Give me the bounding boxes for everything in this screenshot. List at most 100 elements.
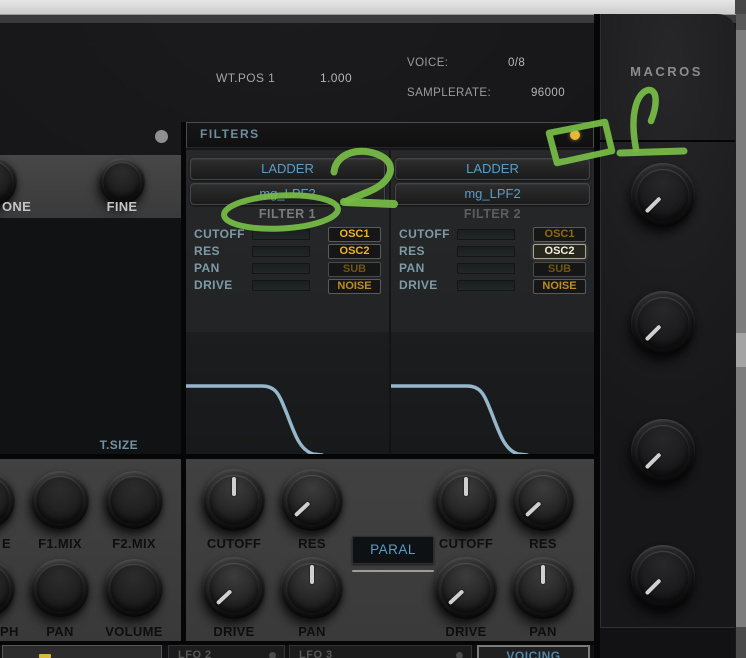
filter2-drive-label: DRIVE [399,278,438,292]
filters-power-led[interactable] [570,130,580,140]
filter1-model-button[interactable]: mg_LPF2 [190,183,385,205]
filter1-drive-label: DRIVE [194,278,233,292]
filter1-cutoff-slider[interactable] [252,229,310,240]
filter1-cutoff-pointer [203,469,265,531]
f1-mix-knob[interactable] [31,471,89,529]
filter1-type-button[interactable]: LADDER [190,158,385,180]
f2-mix-knob[interactable] [105,471,163,529]
voice-label: VOICE: [407,57,449,69]
divider-upper-lower [0,454,594,459]
filter1-route-sub[interactable]: SUB [328,262,381,277]
filter1-pan-label: PAN [194,261,220,275]
filter1-route-osc2[interactable]: OSC2 [328,244,381,259]
mixer-panel: E F1.MIX F2.MIX PH PAN VOLUME [0,459,181,641]
macros-divider [600,140,735,142]
lfo2-label: LFO 2 [178,649,212,658]
osc-fine-knob[interactable] [99,158,145,204]
lfo3-dot [456,652,463,658]
voice-value: 0/8 [508,57,526,69]
osc-tone-label: ONE [2,199,32,214]
osc-fine-label: FINE [106,199,138,214]
master-pan-knob[interactable] [31,559,89,617]
filter2-res-pointer [499,456,587,544]
filter1-drive-pointer [190,544,278,632]
lfo3-label: LFO 3 [299,649,333,658]
f1-mix-label: F1.MIX [38,536,82,551]
filter1-drive-knob[interactable] [203,557,265,619]
filters-section-title: FILTERS [200,127,260,141]
scrollbar-track [736,14,746,658]
filter2-name-tab[interactable]: FILTER 2 [391,207,594,221]
filter2-pan-label: PAN [399,261,425,275]
master-volume-knob[interactable] [105,559,163,617]
mixer-edge-knob-bottom[interactable] [0,559,15,617]
host-title-bar [0,0,746,15]
osc-display-area [0,218,181,454]
filter2-res-knob[interactable] [512,469,574,531]
filter1-route-osc1[interactable]: OSC1 [328,227,381,242]
filter2-route-osc2[interactable]: OSC2 [533,244,586,259]
filter1-drive-slider[interactable] [252,280,310,291]
filter1-pan-pointer [281,557,343,619]
filter2-pan-knob-label: PAN [529,624,557,639]
filter2-model-button[interactable]: mg_LPF2 [395,183,590,205]
synth-plugin-window: WT.POS 1 1.000 VOICE: 0/8 SAMPLERATE: 96… [0,0,746,658]
filter2-drive-knob[interactable] [435,557,497,619]
macro-knob-3[interactable] [631,419,695,483]
env-indicator [39,654,51,658]
mixer-edge-knob-top[interactable] [0,471,15,529]
filter2-cutoff-knob[interactable] [435,469,497,531]
filter2-cutoff-label: CUTOFF [399,227,450,241]
filter2-cutoff-pointer [435,469,497,531]
filter1-drive-knob-label: DRIVE [213,624,255,639]
bottom-panel-voicing[interactable]: VOICING [477,645,590,658]
filter2-response-curve [391,384,529,455]
filter1-route-noise[interactable]: NOISE [328,279,381,294]
filter1-res-label: RES [194,244,220,258]
wtpos-value[interactable]: 1.000 [320,71,352,85]
filter2-drive-slider[interactable] [457,280,515,291]
filter2-pan-pointer [512,557,574,619]
filter1-cutoff-knob[interactable] [203,469,265,531]
filter2-pan-slider[interactable] [457,263,515,274]
bottom-panel-lfo3: LFO 3 [289,645,472,658]
filter1-name-tab[interactable]: FILTER 1 [186,207,389,221]
tsize-label: T.SIZE [99,438,138,452]
filter1-response-display [186,332,389,455]
filter2-drive-pointer [422,544,510,632]
filter2-type-button[interactable]: LADDER [395,158,590,180]
filter1-res-knob[interactable] [281,469,343,531]
scrollbar-top-segment [736,14,746,30]
macros-title: MACROS [630,64,703,79]
macro-knob-2[interactable] [631,291,695,355]
filter1-res-slider[interactable] [252,246,310,257]
filter1-cutoff-label: CUTOFF [194,227,245,241]
divider-filters-macros [594,14,600,658]
bottom-panel-env [2,645,162,658]
filter1-res-pointer [268,456,356,544]
filter2-res-slider[interactable] [457,246,515,257]
filter2-panel: LADDER mg_LPF2 FILTER 2 CUTOFF OSC1 RES … [391,150,594,455]
parallel-routing-button[interactable]: PARAL [352,536,434,564]
filter1-panel: LADDER mg_LPF2 FILTER 1 CUTOFF OSC1 RES … [186,150,389,455]
macro-knob-1[interactable] [631,163,695,227]
filter2-route-noise[interactable]: NOISE [533,279,586,294]
bottom-panel-lfo2: LFO 2 [168,645,285,658]
section-led[interactable] [155,130,168,143]
paral-divider-line [352,570,434,572]
filter2-drive-knob-label: DRIVE [445,624,487,639]
macro-knob-4[interactable] [631,545,695,609]
filter2-pan-knob[interactable] [512,557,574,619]
filter1-pan-slider[interactable] [252,263,310,274]
voicing-label: VOICING [506,649,561,658]
master-pan-label: PAN [46,624,74,639]
filter-knobs-panel: CUTOFF RES CUTOFF RES PARAL DRIVE PAN DR… [186,459,594,641]
filter2-route-sub[interactable]: SUB [533,262,586,277]
filter2-res-knob-label: RES [529,536,557,551]
filter2-route-osc1[interactable]: OSC1 [533,227,586,242]
filter1-pan-knob[interactable] [281,557,343,619]
filter1-pan-knob-label: PAN [298,624,326,639]
filter2-cutoff-slider[interactable] [457,229,515,240]
scrollbar-bottom-segment [736,627,746,658]
scrollbar-thumb[interactable] [736,333,746,367]
